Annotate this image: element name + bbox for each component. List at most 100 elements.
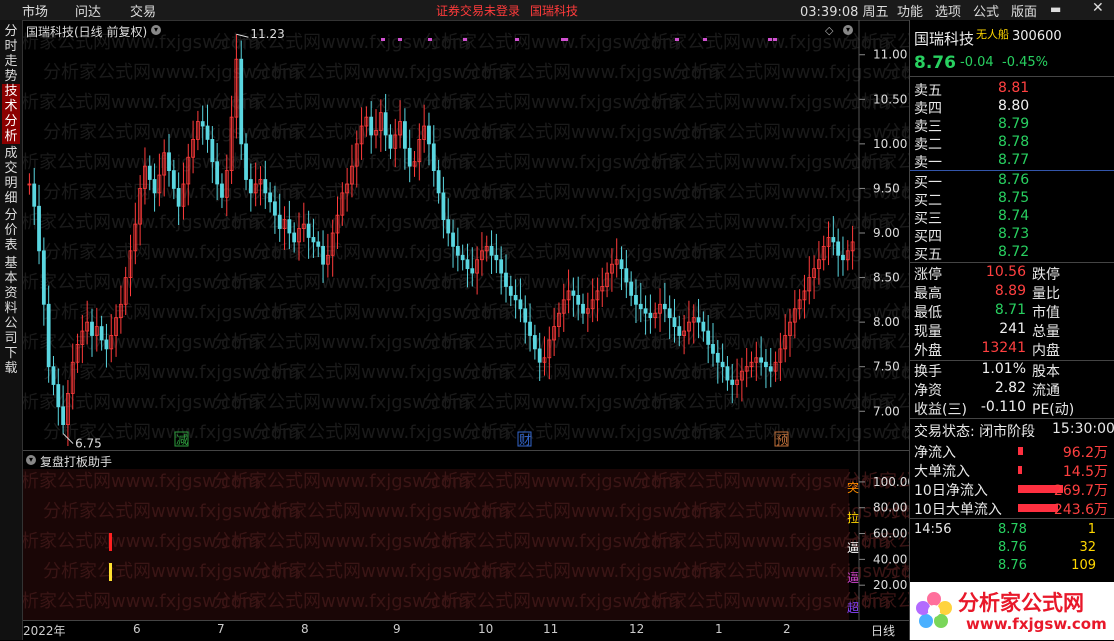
indicator-panel[interactable]: 分析家公式网www.fxjgsw.com 分析家公式网www.fxjgsw.com… (23, 450, 909, 621)
trade-login-warning[interactable]: 证券交易未登录 (436, 2, 520, 19)
candle-body (51, 366, 56, 385)
candle-body (210, 139, 215, 163)
indicator-signal-mark: 突 (847, 481, 860, 495)
candle-body (90, 321, 94, 336)
candle-body (200, 121, 205, 127)
book-price: 8.72 (998, 244, 1030, 260)
bid-row[interactable]: 买三 8.74 (914, 208, 1029, 227)
menu-wenda[interactable]: 问达 (75, 1, 101, 20)
ask-row[interactable]: 卖一 8.77 (914, 152, 1029, 171)
tick-row[interactable]: 8.76 32 (914, 540, 1114, 558)
close-icon[interactable]: ✕ (1092, 0, 1104, 16)
stock-tag[interactable]: 无人船 (976, 26, 1009, 42)
stat-label: 最高 (914, 286, 942, 302)
time-tick: 12 (629, 622, 645, 636)
period-label[interactable]: 日线 (871, 622, 895, 639)
ask-row[interactable]: 卖三 8.79 (914, 116, 1029, 135)
minimize-icon[interactable]: ▬ (1050, 2, 1061, 16)
signal-dot (773, 38, 777, 41)
chart-dropdown-icon[interactable]: ▾ (151, 25, 161, 35)
chart-options-icon[interactable]: ▾ (843, 25, 853, 35)
stat-value: 10.56 (985, 264, 1026, 280)
menu-market[interactable]: 市场 (22, 1, 48, 20)
tick-volume: 1 (1087, 522, 1096, 537)
fund-flow-row: 净流入 96.2万 (914, 442, 1114, 461)
price-tick: 11.00 (873, 48, 907, 62)
book-label: 卖二 (914, 137, 942, 153)
ask-row[interactable]: 卖四 8.80 (914, 98, 1029, 117)
tick-volume: 109 (1071, 558, 1096, 573)
indicator-dropdown-icon[interactable]: ▾ (26, 455, 36, 465)
tab-trades[interactable]: 成交明细 (2, 146, 20, 206)
ask-row[interactable]: 卖五 8.81 (914, 80, 1029, 99)
menu-trade[interactable]: 交易 (130, 1, 156, 20)
book-price: 8.81 (998, 80, 1030, 96)
tab-technical[interactable]: 技术分析 (2, 84, 20, 144)
ask-row[interactable]: 卖二 8.78 (914, 134, 1029, 153)
indicator-tick: 40.00 (873, 552, 907, 566)
candle-body (147, 165, 152, 180)
tab-intraday[interactable]: 分时走势 (2, 24, 20, 84)
indicator-chart[interactable]: 分析家公式网www.fxjgsw.com分析家公式网www.fxjgsw.com… (23, 451, 909, 621)
stat-label: 外盘 (914, 343, 942, 359)
tab-fundamentals[interactable]: 基本资料 (2, 256, 20, 316)
menu-layout[interactable]: 版面 (1011, 1, 1037, 20)
time-axis: 2022年 6 7 8 9 10 11 12 1 2 日线 (23, 620, 909, 641)
flow-bar (1018, 447, 1023, 455)
tick-volume: 32 (1079, 540, 1096, 555)
candle-body (37, 205, 41, 252)
diamond-icon[interactable]: ◇ (825, 24, 833, 37)
flow-label: 10日净流入 (914, 483, 988, 499)
candle-body (215, 161, 220, 185)
indicator-tick: 20.00 (873, 578, 907, 592)
bid-row[interactable]: 买五 8.72 (914, 244, 1029, 263)
tick-row[interactable]: 8.76 109 (914, 558, 1114, 576)
candlestick-chart[interactable]: 分析家公式网www.fxjgsw.com 分析家公式网www.fxjgsw.com… (23, 20, 909, 450)
flow-value: 243.6万 (1053, 502, 1108, 518)
time-tick: 2 (783, 622, 791, 636)
bid-row[interactable]: 买二 8.75 (914, 190, 1029, 209)
candle-body (677, 326, 682, 336)
menu-formula[interactable]: 公式 (973, 1, 999, 20)
candle-body (701, 321, 706, 332)
indicator-signal-mark: 超 (847, 601, 860, 615)
tab-download[interactable]: 公司下载 (2, 316, 20, 376)
tab-price-table[interactable]: 分价表 (2, 208, 20, 253)
signal-dot (463, 38, 467, 41)
book-price: 8.77 (998, 152, 1030, 168)
flow-value: 269.7万 (1053, 483, 1108, 499)
stat-label-right: 跌停 (1032, 267, 1060, 283)
flow-bar (1018, 504, 1058, 512)
candle-body (388, 134, 393, 149)
candle-body (171, 170, 176, 189)
stat-label-right: 量比 (1032, 286, 1060, 302)
price-tick: 7.00 (873, 404, 900, 418)
price-change-pct: -0.45% (1002, 55, 1048, 70)
book-label: 买五 (914, 247, 942, 263)
menu-function[interactable]: 功能 (897, 1, 923, 20)
candle-body (711, 344, 715, 354)
book-label: 卖五 (914, 83, 942, 99)
stat-label-right: 市值 (1032, 305, 1060, 321)
indicator-tick: 100.00 (873, 475, 909, 489)
candle-body (489, 245, 494, 256)
candle-body (446, 219, 451, 234)
bid-row[interactable]: 买四 8.73 (914, 226, 1029, 245)
candle-body (316, 241, 321, 247)
event-marker: 减 (176, 433, 188, 447)
candle-body (46, 303, 51, 368)
tick-row[interactable]: 14:56 8.78 1 (914, 522, 1114, 540)
svg-text:分析家公式网www.fxjgsw.com: 分析家公式网www.fxjgsw.com (673, 62, 909, 83)
candle-body (648, 312, 653, 319)
book-label: 买四 (914, 229, 942, 245)
logo-badge: 分析家公式网 www.fxjgsw.com (910, 582, 1114, 640)
bid-row[interactable]: 买一 8.76 (914, 172, 1029, 191)
candle-body (311, 237, 316, 243)
book-price: 8.76 (998, 172, 1030, 188)
candle-body (436, 170, 441, 194)
candle-body (629, 281, 634, 296)
menu-options[interactable]: 选项 (935, 1, 961, 20)
candlestick-chart-panel[interactable]: 分析家公式网www.fxjgsw.com 分析家公式网www.fxjgsw.com… (23, 20, 909, 450)
candle-body (571, 290, 576, 296)
price-tick: 10.50 (873, 92, 907, 106)
